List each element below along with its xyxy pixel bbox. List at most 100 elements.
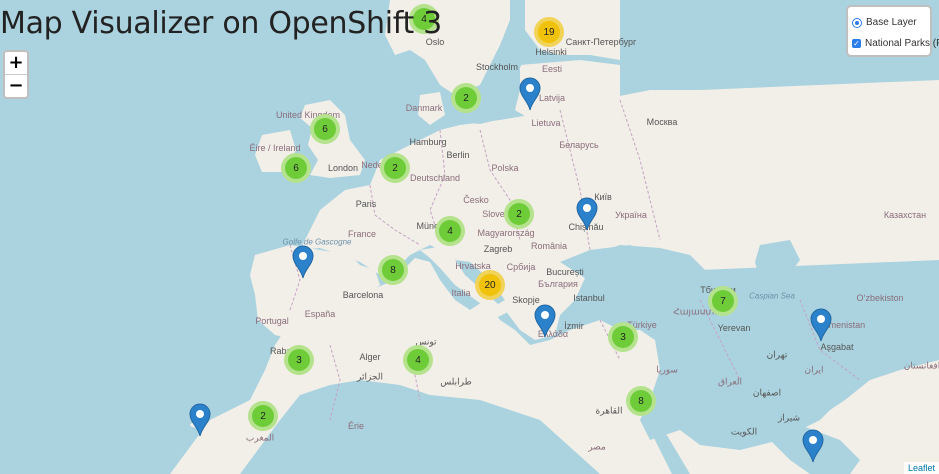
map-marker-icon[interactable] bbox=[534, 304, 556, 338]
marker-cluster[interactable]: 2 bbox=[380, 153, 410, 183]
marker-cluster[interactable]: 6 bbox=[281, 153, 311, 183]
place-label: ایران bbox=[804, 364, 824, 375]
place-label: Lietuva bbox=[531, 118, 561, 128]
map-marker-icon[interactable] bbox=[576, 197, 598, 231]
place-label: Zagreb bbox=[483, 244, 513, 254]
place-label: شيراز bbox=[777, 412, 801, 423]
place-label: Србија bbox=[506, 262, 536, 272]
place-label: اصفهان bbox=[752, 387, 782, 398]
map-marker-icon[interactable] bbox=[802, 429, 824, 463]
marker-cluster[interactable]: 2 bbox=[451, 83, 481, 113]
place-label: Alger bbox=[359, 352, 381, 362]
place-label: Беларусь bbox=[559, 140, 599, 150]
map-marker-icon[interactable] bbox=[292, 245, 314, 279]
place-label: Oʻzbekiston bbox=[856, 293, 904, 303]
cluster-count: 2 bbox=[384, 157, 406, 179]
place-label: Polska bbox=[491, 163, 519, 173]
place-label: București bbox=[546, 267, 584, 277]
place-label: Yerevan bbox=[717, 323, 751, 333]
place-label: الجزائر bbox=[357, 371, 383, 382]
cluster-count: 4 bbox=[407, 349, 429, 371]
zoom-out-button[interactable]: − bbox=[5, 74, 27, 97]
place-label: Deutschland bbox=[409, 173, 461, 183]
cluster-count: 6 bbox=[285, 157, 307, 179]
place-label: Україна bbox=[615, 210, 647, 220]
map-marker-icon[interactable] bbox=[810, 308, 832, 342]
place-label: Danmark bbox=[405, 103, 443, 113]
marker-cluster[interactable]: 8 bbox=[378, 255, 408, 285]
place-label: Italia bbox=[451, 288, 471, 298]
cluster-count: 7 bbox=[712, 290, 734, 312]
place-label: Aşgabat bbox=[820, 342, 854, 352]
land-cyprus bbox=[619, 358, 637, 366]
place-label: Magyarország bbox=[477, 228, 535, 238]
place-label: Latvija bbox=[538, 93, 566, 103]
map-marker-icon[interactable] bbox=[189, 403, 211, 437]
marker-cluster[interactable]: 8 bbox=[626, 386, 656, 416]
map-viewport[interactable]: Oslo Stockholm Helsinki Санкт-Петербург … bbox=[0, 0, 939, 474]
cluster-count: 20 bbox=[479, 274, 501, 296]
place-label: افغانستان bbox=[903, 360, 939, 371]
page-title: Map Visualizer on OpenShift 3 bbox=[0, 6, 442, 41]
place-label: القاهرة bbox=[595, 405, 623, 416]
layer-label: National Parks (PY) bbox=[865, 38, 939, 49]
place-label: Česko bbox=[463, 195, 489, 205]
place-label: Hamburg bbox=[409, 137, 447, 147]
place-label: Stockholm bbox=[475, 62, 519, 72]
map-marker-icon[interactable] bbox=[519, 77, 541, 111]
zoom-control: + − bbox=[3, 50, 29, 99]
place-label: Санкт-Петербург bbox=[565, 37, 637, 47]
land-sicily bbox=[456, 323, 484, 337]
place-label: Érie bbox=[347, 421, 365, 431]
place-label: تهران bbox=[766, 349, 788, 360]
marker-cluster[interactable]: 3 bbox=[608, 322, 638, 352]
marker-cluster[interactable]: 19 bbox=[534, 17, 564, 47]
place-label: Helsinki bbox=[535, 47, 567, 57]
place-label: طرابلس bbox=[440, 376, 472, 387]
checkbox-icon[interactable]: ✓ bbox=[852, 39, 861, 48]
marker-cluster[interactable]: 6 bbox=[310, 114, 340, 144]
marker-cluster[interactable]: 20 bbox=[475, 270, 505, 300]
place-label: Eesti bbox=[541, 64, 563, 74]
place-label: İzmir bbox=[564, 321, 584, 331]
land-sardinia bbox=[411, 296, 425, 324]
place-label: España bbox=[304, 309, 336, 319]
place-label: Caspian Sea bbox=[749, 291, 795, 301]
cluster-count: 4 bbox=[439, 220, 461, 242]
marker-cluster[interactable]: 4 bbox=[435, 216, 465, 246]
marker-cluster[interactable]: 2 bbox=[504, 199, 534, 229]
place-label: Paris bbox=[355, 199, 377, 209]
place-label: العراق bbox=[717, 376, 743, 387]
cluster-count: 2 bbox=[455, 87, 477, 109]
place-label: مصر bbox=[588, 441, 606, 452]
cluster-count: 2 bbox=[508, 203, 530, 225]
cluster-count: 3 bbox=[288, 349, 310, 371]
cluster-count: 2 bbox=[252, 405, 274, 427]
zoom-in-button[interactable]: + bbox=[5, 52, 27, 74]
radio-icon[interactable] bbox=[852, 17, 862, 28]
place-label: Казахстан bbox=[883, 210, 927, 220]
layer-control: Base Layer ✓ National Parks (PY) bbox=[846, 5, 939, 57]
cluster-count: 8 bbox=[630, 390, 652, 412]
place-label: Barcelona bbox=[342, 290, 384, 300]
place-label: London bbox=[327, 163, 359, 173]
marker-cluster[interactable]: 2 bbox=[248, 401, 278, 431]
place-label: سوريا bbox=[656, 364, 678, 375]
layer-option-base[interactable]: Base Layer bbox=[852, 12, 930, 33]
layer-label: Base Layer bbox=[866, 17, 917, 28]
marker-cluster[interactable]: 7 bbox=[708, 286, 738, 316]
cluster-count: 8 bbox=[382, 259, 404, 281]
place-label: Éire / Ireland bbox=[249, 143, 301, 153]
cluster-count: 3 bbox=[612, 326, 634, 348]
place-label: France bbox=[347, 229, 377, 239]
cluster-count: 19 bbox=[538, 21, 560, 43]
place-label: Berlin bbox=[446, 150, 470, 160]
place-label: المغرب bbox=[245, 432, 275, 443]
place-label: الكويت bbox=[730, 426, 758, 437]
place-label: България bbox=[538, 279, 578, 289]
marker-cluster[interactable]: 4 bbox=[403, 345, 433, 375]
layer-option-national-parks[interactable]: ✓ National Parks (PY) bbox=[852, 33, 939, 54]
land-corsica bbox=[416, 276, 424, 294]
marker-cluster[interactable]: 3 bbox=[284, 345, 314, 375]
map-attribution[interactable]: Leaflet bbox=[903, 462, 939, 474]
